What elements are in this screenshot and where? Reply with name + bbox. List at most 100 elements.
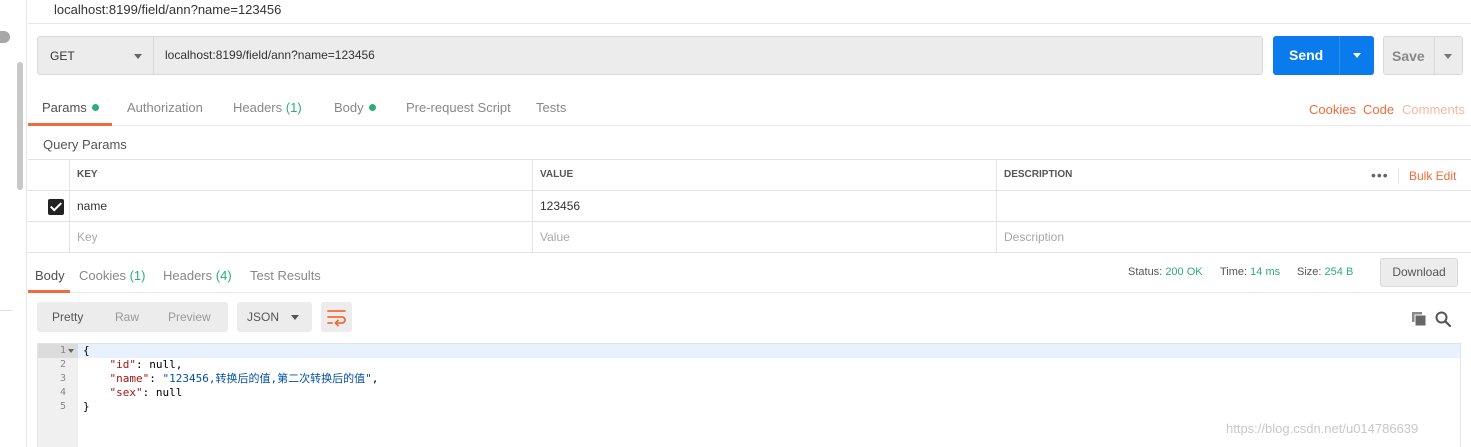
view-preview-button[interactable]: Preview — [168, 310, 211, 324]
column-header-value: VALUE — [532, 160, 996, 191]
json-key: "name" — [109, 372, 150, 385]
divider — [1398, 168, 1399, 184]
checkbox-checked-icon[interactable] — [48, 199, 64, 215]
tab-tests[interactable]: Tests — [536, 100, 566, 115]
bulk-edit-link[interactable]: Bulk Edit — [1409, 160, 1456, 192]
sidebar-scrollbar[interactable] — [17, 62, 23, 190]
cookies-link[interactable]: Cookies — [1309, 102, 1356, 117]
param-description-cell[interactable] — [996, 191, 1471, 222]
line-number: 5 — [59, 401, 66, 412]
tab-headers[interactable]: Headers (1) — [233, 100, 302, 115]
response-headers-count: (4) — [215, 268, 232, 283]
size-value: 254 B — [1324, 266, 1354, 278]
json-colon: : — [142, 386, 156, 399]
request-title: localhost:8199/field/ann?name=123456 — [28, 0, 1471, 24]
tab-authorization[interactable]: Authorization — [127, 100, 203, 115]
wrap-lines-button[interactable] — [321, 302, 352, 332]
json-value: null — [155, 386, 183, 399]
method-label: GET — [50, 49, 75, 63]
line-number: 4 — [59, 387, 66, 398]
copy-icon[interactable] — [1411, 311, 1427, 327]
more-dots-icon[interactable]: ••• — [1371, 160, 1389, 190]
wrap-lines-icon — [327, 310, 346, 327]
size-readout: Size: 254 B — [1297, 266, 1353, 278]
view-raw-button[interactable]: Raw — [115, 310, 139, 324]
response-tab-body[interactable]: Body — [35, 268, 65, 283]
tab-pre-request-script[interactable]: Pre-request Script — [406, 100, 511, 115]
format-label: JSON — [247, 310, 280, 324]
divider — [1434, 37, 1435, 74]
request-panel: localhost:8199/field/ann?name=123456 GET… — [28, 0, 1471, 447]
view-mode-segmented: Pretty Raw Preview — [37, 302, 228, 332]
view-pretty-button[interactable]: Pretty — [52, 310, 83, 324]
table-row-new: Key Value Description — [28, 222, 1471, 253]
json-key: "id" — [109, 358, 137, 371]
status-value: 200 OK — [1165, 266, 1203, 278]
download-button[interactable]: Download — [1380, 258, 1458, 287]
table-header-row: KEY VALUE DESCRIPTION ••• Bulk Edit — [28, 160, 1471, 191]
chevron-down-icon — [291, 315, 299, 320]
status-readout: Status: 200 OK — [1128, 266, 1203, 278]
body-indicator-dot — [368, 104, 376, 111]
tab-headers-label: Headers — [233, 100, 283, 115]
active-tab-indicator — [28, 290, 70, 293]
send-options-button[interactable] — [1339, 36, 1374, 75]
json-colon: : — [136, 358, 150, 371]
params-table: KEY VALUE DESCRIPTION ••• Bulk Edit name… — [28, 159, 1471, 253]
watermark: https://blog.csdn.net/u014786639 — [1226, 421, 1419, 436]
new-key-input[interactable]: Key — [69, 222, 532, 253]
code-text: "id": null, — [83, 358, 183, 372]
send-button[interactable]: Send — [1273, 36, 1345, 75]
request-tabs: Params Authorization Headers (1) Body Pr… — [28, 86, 1471, 126]
line-number: 2 — [59, 359, 66, 370]
tab-params[interactable]: Params — [42, 100, 99, 115]
tab-params-label: Params — [42, 100, 87, 115]
json-colon: : — [149, 372, 163, 385]
code-text: "sex": null — [83, 386, 183, 400]
time-value: 14 ms — [1250, 266, 1281, 278]
search-icon[interactable] — [1434, 310, 1452, 328]
code-text: { — [83, 344, 90, 357]
url-bar: GET localhost:8199/field/ann?name=123456… — [37, 36, 1471, 75]
code-link[interactable]: Code — [1363, 102, 1394, 117]
response-bar: Body Cookies (1) Headers (4) Test Result… — [28, 255, 1471, 293]
time-readout: Time: 14 ms — [1220, 266, 1280, 278]
line-number: 3 — [59, 373, 66, 384]
save-button[interactable]: Save — [1383, 36, 1463, 75]
json-value: "123456,转换后的值,第二次转换后的值" — [162, 372, 372, 385]
response-tab-test-results[interactable]: Test Results — [250, 268, 321, 283]
response-headers-label: Headers — [163, 268, 213, 283]
response-view-bar: Pretty Raw Preview JSON — [37, 302, 1471, 334]
url-input[interactable]: localhost:8199/field/ann?name=123456 — [153, 36, 1263, 75]
status-label: Status: — [1128, 266, 1163, 278]
params-indicator-dot — [91, 104, 99, 111]
comments-link[interactable]: Comments — [1402, 102, 1465, 117]
param-key-cell[interactable]: name — [69, 191, 532, 222]
divider — [0, 310, 12, 311]
sidebar-toggle-knob[interactable] — [0, 31, 10, 43]
json-value: null — [149, 358, 176, 371]
active-tab-indicator — [28, 123, 112, 126]
time-label: Time: — [1220, 266, 1248, 278]
response-tab-cookies[interactable]: Cookies (1) — [79, 268, 145, 283]
response-tab-headers[interactable]: Headers (4) — [163, 268, 232, 283]
column-header-description: DESCRIPTION — [996, 160, 1471, 191]
param-value-cell[interactable]: 123456 — [532, 191, 996, 222]
json-key: "sex" — [109, 386, 143, 399]
format-select[interactable]: JSON — [237, 302, 312, 332]
chevron-down-icon[interactable] — [1444, 54, 1452, 59]
column-header-key: KEY — [69, 160, 532, 191]
chevron-down-icon — [1353, 53, 1361, 58]
tab-body[interactable]: Body — [334, 100, 376, 115]
active-line-highlight — [78, 344, 1460, 358]
size-label: Size: — [1297, 266, 1322, 278]
fold-chevron-icon[interactable] — [68, 349, 74, 353]
chevron-down-icon — [134, 54, 142, 59]
method-select[interactable]: GET — [37, 36, 153, 75]
save-label: Save — [1392, 48, 1425, 64]
new-description-input[interactable]: Description — [996, 222, 1471, 253]
new-value-input[interactable]: Value — [532, 222, 996, 253]
